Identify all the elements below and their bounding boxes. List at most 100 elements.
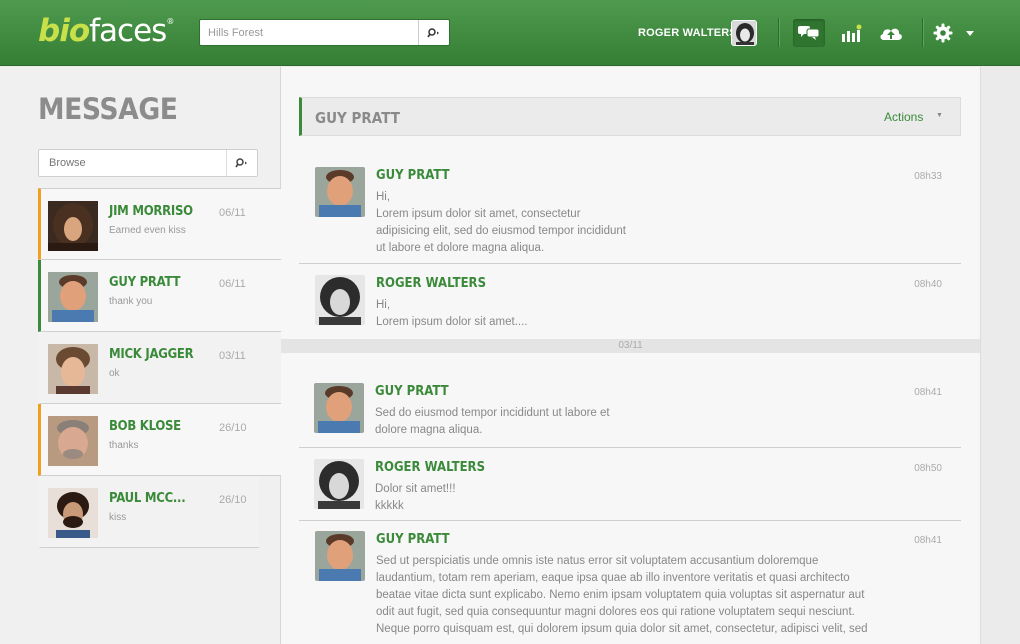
message-item: GUY PRATT 08h41 Sed ut perspiciatis unde…: [299, 531, 961, 644]
right-gutter: [980, 67, 1020, 644]
logo-faces-text: faces: [89, 13, 167, 49]
message-time: 08h41: [914, 535, 942, 546]
settings-menu-toggle[interactable]: [957, 19, 983, 47]
message-body: Hi, Lorem ipsum dolor sit amet, consecte…: [376, 189, 626, 257]
conversation-panel: GUY PRATT Actions ▼ GUY PRATT 08h33 Hi, …: [281, 67, 980, 644]
message-item: GUY PRATT 08h33 Hi, Lorem ipsum dolor si…: [299, 167, 961, 264]
global-search: [199, 19, 450, 46]
stats-icon: [842, 24, 862, 42]
gear-icon: [933, 23, 953, 43]
conversation-title: GUY PRATT: [315, 109, 400, 127]
header-divider: [922, 18, 923, 47]
message-line: Dolor sit amet!!!: [375, 483, 456, 495]
message-time: 08h50: [914, 463, 942, 474]
message-author[interactable]: GUY PRATT: [376, 532, 450, 547]
conversation-preview: thanks: [109, 440, 139, 451]
avatar: [48, 344, 98, 394]
message-item: ROGER WALTERS 08h40 Hi, Lorem ipsum dolo…: [299, 275, 961, 339]
conversation-preview: thank you: [109, 296, 153, 307]
avatar[interactable]: [315, 531, 365, 581]
settings-button[interactable]: [927, 19, 959, 47]
message-line: laudantium, totam rem aperiam, eaque ips…: [376, 572, 850, 584]
message-line: Sed ut perspiciatis unde omnis iste natu…: [376, 555, 819, 567]
current-user-avatar[interactable]: [731, 20, 757, 46]
message-body: Sed do eiusmod tempor incididunt ut labo…: [375, 405, 610, 439]
message-line: odit aut fugit, sed quia consequuntur ma…: [376, 606, 855, 618]
search-icon: [235, 158, 247, 168]
conversation-name: MICK JAGGER: [109, 347, 194, 362]
conversation-header: GUY PRATT Actions ▼: [299, 97, 961, 136]
message-line: beatae vitae dicta sunt explicabo. Nemo …: [376, 589, 865, 601]
message-body: Sed ut perspiciatis unde omnis iste natu…: [376, 553, 868, 638]
conversation-date: 03/11: [219, 350, 246, 362]
avatar[interactable]: [315, 167, 365, 217]
message-line: ut labore et dolore magna aliqua.: [376, 242, 545, 254]
messages-button[interactable]: [793, 19, 825, 47]
message-line: Lorem ipsum dolor sit amet, consectetur: [376, 208, 581, 220]
top-navigation-bar: biofaces® ROGER WALTERS: [0, 0, 1020, 66]
conversation-date: 26/10: [219, 422, 247, 434]
conversation-preview: ok: [109, 368, 120, 379]
global-search-input[interactable]: [200, 20, 418, 45]
page-title: MESSAGE: [38, 92, 178, 126]
browse-search: [38, 149, 258, 177]
messages-icon: [798, 26, 820, 40]
conversation-item[interactable]: PAUL MCC... 26/10 kiss: [38, 476, 259, 548]
header-divider: [778, 18, 779, 47]
conversation-name: JIM MORRISO: [109, 204, 193, 219]
conversation-name: PAUL MCC...: [109, 491, 186, 506]
avatar[interactable]: [315, 275, 365, 325]
message-line: kkkkk: [375, 500, 404, 512]
conversations-sidebar: MESSAGE JIM MORRISO 06/11 Earned e: [0, 67, 281, 644]
day-separator: 03/11: [281, 339, 980, 353]
upload-cloud-icon: [880, 28, 902, 40]
message-line: Neque porro quisquam est, qui dolorem ip…: [376, 623, 868, 635]
stats-button[interactable]: [835, 19, 867, 47]
message-time: 08h41: [914, 387, 942, 398]
conversation-item[interactable]: MICK JAGGER 03/11 ok: [38, 332, 281, 404]
conversation-name: GUY PRATT: [109, 275, 181, 290]
avatar: [48, 201, 98, 251]
current-user-name[interactable]: ROGER WALTERS: [638, 27, 737, 39]
message-author[interactable]: ROGER WALTERS: [376, 276, 486, 291]
actions-dropdown[interactable]: Actions: [884, 110, 923, 124]
logo[interactable]: biofaces®: [38, 13, 174, 49]
message-line: Hi,: [376, 299, 391, 311]
avatar: [48, 272, 98, 322]
browse-search-button[interactable]: [226, 150, 257, 176]
message-author[interactable]: GUY PRATT: [376, 168, 450, 183]
message-line: Hi,: [376, 191, 391, 203]
message-time: 08h33: [914, 171, 942, 182]
message-body: Hi, Lorem ipsum dolor sit amet....: [376, 297, 527, 331]
message-item: GUY PRATT 08h41 Sed do eiusmod tempor in…: [299, 383, 961, 448]
logo-bio-text: bio: [38, 13, 90, 49]
message-author[interactable]: GUY PRATT: [375, 384, 449, 399]
message-line: Lorem ipsum dolor sit amet....: [376, 316, 528, 328]
search-icon: [427, 27, 439, 37]
conversation-preview: kiss: [109, 512, 127, 523]
message-body: Dolor sit amet!!! kkkkk: [375, 481, 456, 515]
conversation-item[interactable]: BOB KLOSE 26/10 thanks: [38, 404, 281, 476]
chevron-down-icon: [966, 30, 974, 36]
message-item: ROGER WALTERS 08h50 Dolor sit amet!!! kk…: [299, 459, 961, 521]
message-line: dolore magna aliqua.: [375, 424, 483, 436]
browse-search-input[interactable]: [39, 150, 225, 176]
upload-button[interactable]: [875, 19, 907, 47]
conversation-date: 06/11: [219, 207, 246, 219]
conversation-list: JIM MORRISO 06/11 Earned even kiss GUY P…: [38, 188, 281, 548]
chevron-down-icon[interactable]: ▼: [936, 112, 943, 119]
message-line: adipisicing elit, sed do eiusmod tempor …: [376, 225, 626, 237]
message-line: Sed do eiusmod tempor incididunt ut labo…: [375, 407, 610, 419]
avatar[interactable]: [314, 383, 364, 433]
conversation-date: 26/10: [219, 494, 247, 506]
message-author[interactable]: ROGER WALTERS: [375, 460, 485, 475]
conversation-item[interactable]: GUY PRATT 06/11 thank you: [38, 260, 281, 332]
global-search-button[interactable]: [418, 20, 449, 45]
logo-registered-mark: ®: [166, 17, 174, 26]
avatar: [48, 416, 98, 466]
message-time: 08h40: [914, 279, 942, 290]
avatar[interactable]: [314, 459, 364, 509]
conversation-name: BOB KLOSE: [109, 419, 181, 434]
conversation-item[interactable]: JIM MORRISO 06/11 Earned even kiss: [38, 188, 281, 260]
conversation-preview: Earned even kiss: [109, 225, 186, 236]
